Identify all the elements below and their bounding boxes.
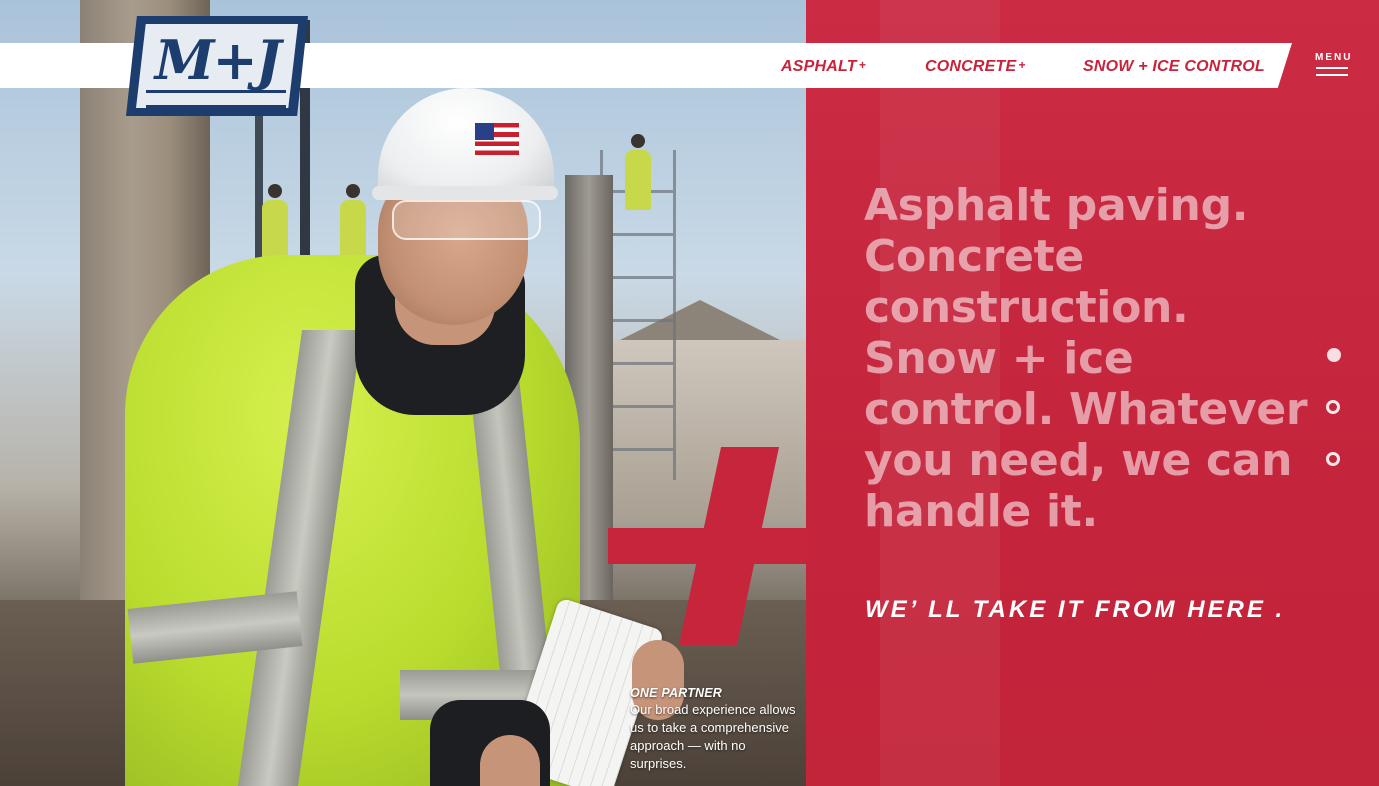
logo-text: M+J bbox=[154, 28, 282, 92]
logo-underline bbox=[146, 90, 286, 108]
site-logo[interactable]: M+J bbox=[126, 16, 308, 116]
us-flag-icon bbox=[475, 123, 519, 155]
nav-item-snow-ice-control[interactable]: SNOW + ICE CONTROL bbox=[1083, 58, 1265, 78]
menu-button[interactable]: MENU bbox=[1314, 52, 1354, 82]
caption-body: Our broad experience allows us to take a… bbox=[630, 702, 796, 771]
plus-icon: + bbox=[1018, 58, 1026, 72]
nav-item-asphalt[interactable]: ASPHALT + bbox=[781, 58, 866, 78]
hero-tagline: WE’ LL TAKE IT FROM HERE . bbox=[865, 596, 1286, 623]
safety-glasses bbox=[392, 200, 541, 240]
photo-caption: ONE PARTNER Our broad experience allows … bbox=[630, 685, 800, 773]
worker-hand bbox=[480, 735, 540, 786]
nav-item-concrete[interactable]: CONCRETE + bbox=[925, 58, 1026, 78]
hard-hat bbox=[378, 88, 554, 200]
hamburger-icon bbox=[1316, 74, 1348, 76]
plus-icon: + bbox=[858, 58, 866, 72]
background-worker bbox=[625, 134, 651, 210]
slide-dot[interactable] bbox=[1326, 452, 1340, 466]
nav-item-label: CONCRETE bbox=[925, 58, 1017, 75]
slide-dot-active[interactable] bbox=[1327, 348, 1341, 362]
hero-headline: Asphalt paving. Concrete construction. S… bbox=[864, 180, 1308, 537]
nav-item-label: SNOW + ICE CONTROL bbox=[1083, 58, 1265, 75]
hero-photo bbox=[0, 0, 806, 786]
hamburger-icon bbox=[1316, 67, 1348, 69]
slide-dot[interactable] bbox=[1326, 400, 1340, 414]
caption-title: ONE PARTNER bbox=[630, 686, 723, 700]
hard-hat-brim bbox=[372, 186, 558, 200]
menu-label: MENU bbox=[1315, 52, 1353, 63]
nav-item-label: ASPHALT bbox=[781, 58, 857, 75]
